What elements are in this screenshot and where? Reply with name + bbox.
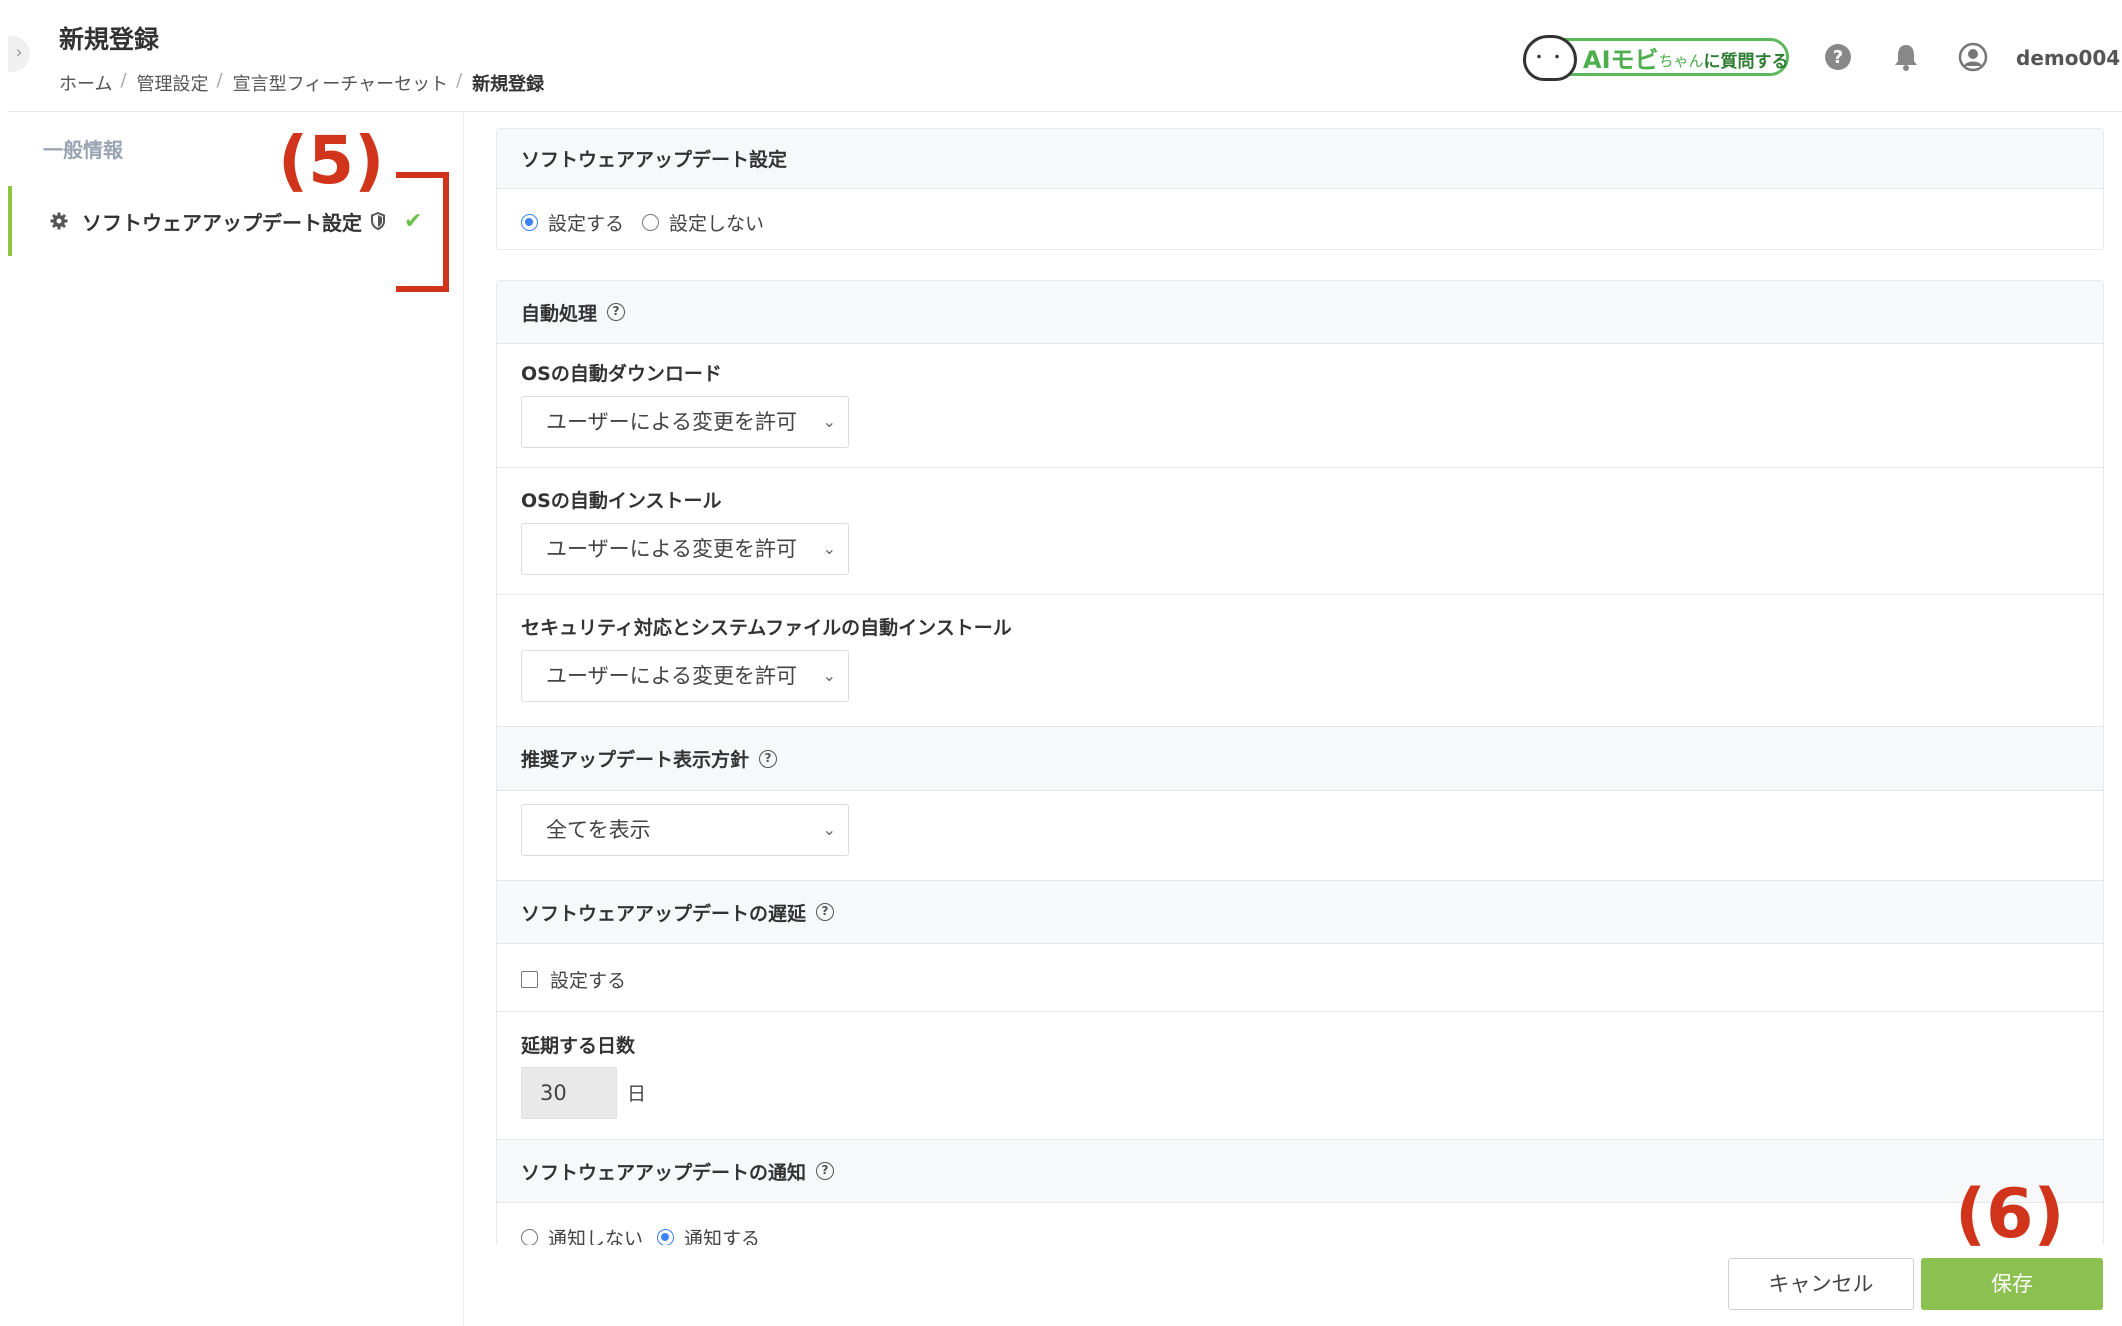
ai-button-name: AIモビ [1583,45,1659,74]
breadcrumb-admin-settings[interactable]: 管理設定 [137,70,209,96]
select-value: ユーザーによる変更を許可 [546,537,797,561]
section-header-auto-processing: 自動処理 ? [497,281,2103,344]
section-title-recommended-policy: 推奨アップデート表示方針 [521,749,750,771]
section-title-update-notification: ソフトウェアアップデートの通知 [521,1161,807,1184]
ai-mascot-icon: ・・ [1523,35,1577,81]
auto-processing-card: 自動処理 ? OSの自動ダウンロード ユーザーによる変更を許可 ⌄ OSの自動イ… [496,280,2104,1245]
software-update-radio-group: 設定する 設定しない [521,209,764,236]
help-icon[interactable]: ? [816,903,835,921]
sidebar-item-label: ソフトウェアアップデート設定 [82,210,362,235]
deferral-days-input[interactable]: 30 [521,1067,617,1119]
help-icon[interactable]: ? [816,1162,835,1180]
radio-disable[interactable] [642,214,660,231]
divider [497,467,2103,468]
gear-icon [50,212,68,230]
section-header-update-delay: ソフトウェアアップデートの遅延 ? [497,880,2103,944]
annotation-bracket [396,172,449,292]
select-value: ユーザーによる変更を許可 [546,664,797,688]
sidebar-collapse-toggle[interactable]: › [8,36,30,72]
section-header-recommended-policy: 推奨アップデート表示方針 ? [497,726,2103,791]
annotation-marker-6: (6) [1955,1175,2065,1254]
radio-no-notify-label[interactable]: 通知しない [548,1224,643,1245]
label-os-auto-install: OSの自動インストール [521,490,722,512]
section-title-auto-processing: 自動処理 [521,302,598,325]
sidebar-heading-general-info[interactable]: 一般情報 [43,134,123,163]
app-header: › 新規登録 ホーム / 管理設定 / 宣言型フィーチャーセット / 新規登録 ・・ … [8,0,2122,112]
cancel-button[interactable]: キャンセル [1728,1258,1914,1310]
section-header-software-update: ソフトウェアアップデート設定 [497,129,2103,189]
ai-button-label: に質問する [1703,51,1789,72]
section-header-update-notification: ソフトウェアアップデートの通知 ? [497,1139,2103,1203]
breadcrumb-feature-set[interactable]: 宣言型フィーチャーセット [233,70,448,96]
select-os-auto-install[interactable]: ユーザーによる変更を許可 ⌄ [521,523,849,575]
software-update-card: ソフトウェアアップデート設定 設定する 設定しない [496,128,2104,250]
save-button[interactable]: 保存 [1921,1258,2103,1310]
shield-icon [371,212,385,230]
help-icon[interactable]: ? [1823,42,1853,72]
chevron-down-icon: ⌄ [822,820,836,839]
section-title-update-delay: ソフトウェアアップデートの遅延 [521,902,807,925]
radio-notify[interactable] [657,1229,675,1245]
chevron-down-icon: ⌄ [822,412,836,431]
select-value: 全てを表示 [546,818,651,842]
chevron-down-icon: ⌄ [822,539,836,558]
divider [497,1011,2103,1012]
select-recommended-policy[interactable]: 全てを表示 ⌄ [521,804,849,856]
sidebar: 一般情報 ソフトウェアアップデート設定 ✔ [8,112,464,1326]
notification-radio-group: 通知しない 通知する [521,1224,760,1245]
breadcrumb-home[interactable]: ホーム [59,70,112,96]
label-security-auto-install: セキュリティ対応とシステムファイルの自動インストール [521,617,1012,639]
svg-text:?: ? [1833,47,1843,68]
radio-no-notify[interactable] [521,1229,538,1245]
page-title: 新規登録 [59,25,160,54]
deferral-days-unit: 日 [627,1083,647,1105]
bell-icon[interactable] [1891,42,1921,72]
user-avatar-icon[interactable] [1958,42,1988,72]
label-deferral-days: 延期する日数 [521,1035,636,1057]
radio-disable-label[interactable]: 設定しない [669,209,764,236]
main-content: ソフトウェアアップデート設定 設定する 設定しない 自動処理 ? OSの自動ダウ… [496,125,2104,1245]
radio-enable-label[interactable]: 設定する [548,209,624,236]
annotation-marker-5: (5) [278,122,385,199]
ai-assistant-button[interactable]: ・・ AIモビ ちゃん に質問する [1523,35,1789,81]
delay-checkbox[interactable] [521,971,538,988]
delay-checkbox-row: 設定する [521,966,626,993]
radio-notify-label[interactable]: 通知する [684,1224,760,1245]
select-security-auto-install[interactable]: ユーザーによる変更を許可 ⌄ [521,650,849,702]
select-value: ユーザーによる変更を許可 [546,410,797,434]
select-os-auto-download[interactable]: ユーザーによる変更を許可 ⌄ [521,396,849,448]
breadcrumb-current: 新規登録 [472,74,545,95]
breadcrumb: ホーム / 管理設定 / 宣言型フィーチャーセット / 新規登録 [59,70,545,96]
ai-button-honorific: ちゃん [1658,51,1704,70]
radio-enable[interactable] [521,214,538,231]
username[interactable]: demo004 [2016,46,2120,70]
divider [497,594,2103,595]
label-os-auto-download: OSの自動ダウンロード [521,363,722,385]
chevron-down-icon: ⌄ [822,666,836,685]
help-icon[interactable]: ? [607,303,626,321]
delay-checkbox-label[interactable]: 設定する [550,966,626,993]
help-icon[interactable]: ? [759,749,778,768]
